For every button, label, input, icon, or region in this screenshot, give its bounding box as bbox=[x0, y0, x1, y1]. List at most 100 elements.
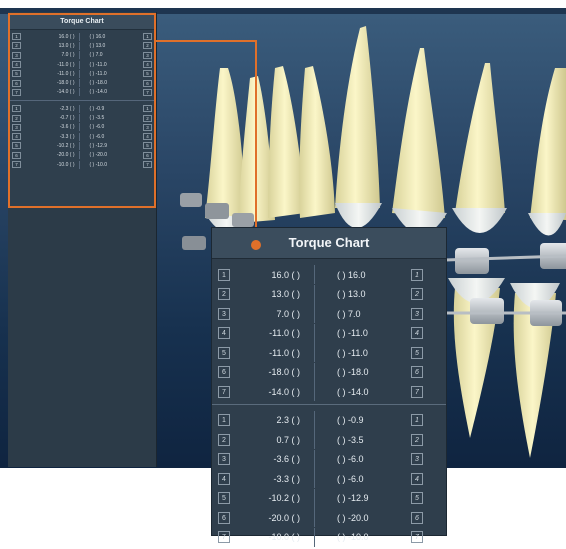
torque-value-right[interactable]: ( ) -3.5 bbox=[315, 435, 411, 445]
torque-value-right[interactable]: ( ) -0.9 bbox=[315, 415, 411, 425]
torque-value-left[interactable]: -11.0 ( ) bbox=[230, 328, 314, 338]
tooth-number-left[interactable]: 6 bbox=[218, 512, 230, 524]
tooth-number-left[interactable]: 4 bbox=[218, 473, 230, 485]
tooth-number-right[interactable]: 3 bbox=[411, 308, 423, 320]
tooth-number-left[interactable]: 7 bbox=[218, 531, 230, 543]
torque-row[interactable]: 7-10.0 ( )( ) -10.07 bbox=[12, 160, 152, 169]
tooth-number-right[interactable]: 3 bbox=[143, 124, 152, 131]
torque-chart-large[interactable]: Torque Chart 116.0 ( )( ) 16.01213.0 ( )… bbox=[212, 228, 446, 535]
torque-value-right[interactable]: ( ) -14.0 bbox=[80, 89, 144, 95]
tooth-number-left[interactable]: 3 bbox=[12, 124, 21, 131]
tooth-number-left[interactable]: 2 bbox=[218, 434, 230, 446]
torque-value-left[interactable]: 7.0 ( ) bbox=[21, 52, 79, 58]
torque-row[interactable]: 3-3.6 ( )( ) -6.03 bbox=[218, 450, 440, 470]
torque-row[interactable]: 7-10.0 ( )( ) -10.07 bbox=[218, 528, 440, 548]
tooth-number-right[interactable]: 4 bbox=[411, 473, 423, 485]
torque-value-left[interactable]: -20.0 ( ) bbox=[230, 513, 314, 523]
torque-value-right[interactable]: ( ) -6.0 bbox=[315, 474, 411, 484]
tooth-number-left[interactable]: 3 bbox=[12, 52, 21, 59]
torque-row[interactable]: 7-14.0 ( )( ) -14.07 bbox=[218, 382, 440, 402]
torque-value-left[interactable]: -10.0 ( ) bbox=[230, 532, 314, 542]
torque-value-left[interactable]: -18.0 ( ) bbox=[21, 80, 79, 86]
torque-row[interactable]: 4-3.3 ( )( ) -6.04 bbox=[12, 132, 152, 141]
torque-row[interactable]: 4-3.3 ( )( ) -6.04 bbox=[218, 469, 440, 489]
torque-row[interactable]: 6-18.0 ( )( ) -18.06 bbox=[218, 363, 440, 383]
tooth-number-right[interactable]: 6 bbox=[411, 366, 423, 378]
torque-value-right[interactable]: ( ) -11.0 bbox=[315, 328, 411, 338]
tooth-number-right[interactable]: 6 bbox=[143, 80, 152, 87]
tooth-number-right[interactable]: 4 bbox=[143, 61, 152, 68]
torque-row[interactable]: 6-20.0 ( )( ) -20.06 bbox=[12, 151, 152, 160]
tooth-number-left[interactable]: 7 bbox=[12, 161, 21, 168]
tooth-number-left[interactable]: 2 bbox=[12, 42, 21, 49]
torque-value-right[interactable]: ( ) -3.5 bbox=[80, 115, 144, 121]
torque-value-left[interactable]: 16.0 ( ) bbox=[21, 34, 79, 40]
tooth-number-left[interactable]: 3 bbox=[218, 308, 230, 320]
torque-value-left[interactable]: -3.3 ( ) bbox=[230, 474, 314, 484]
torque-value-left[interactable]: 16.0 ( ) bbox=[230, 270, 314, 280]
tooth-number-left[interactable]: 4 bbox=[218, 327, 230, 339]
tooth-number-left[interactable]: 7 bbox=[12, 89, 21, 96]
tooth-number-left[interactable]: 2 bbox=[218, 288, 230, 300]
tooth-number-right[interactable]: 6 bbox=[411, 512, 423, 524]
torque-value-right[interactable]: ( ) -12.9 bbox=[315, 493, 411, 503]
torque-value-left[interactable]: -14.0 ( ) bbox=[21, 89, 79, 95]
tooth-number-right[interactable]: 2 bbox=[143, 42, 152, 49]
torque-row[interactable]: 5-10.2 ( )( ) -12.95 bbox=[218, 489, 440, 509]
torque-row[interactable]: 1-2.3 ( )( ) -0.91 bbox=[12, 104, 152, 113]
torque-value-left[interactable]: -10.2 ( ) bbox=[21, 143, 79, 149]
torque-value-right[interactable]: ( ) 7.0 bbox=[315, 309, 411, 319]
torque-row[interactable]: 37.0 ( )( ) 7.03 bbox=[218, 304, 440, 324]
tooth-number-right[interactable]: 7 bbox=[143, 161, 152, 168]
tooth-number-left[interactable]: 2 bbox=[12, 115, 21, 122]
torque-value-right[interactable]: ( ) -10.0 bbox=[315, 532, 411, 542]
tooth-number-right[interactable]: 1 bbox=[143, 105, 152, 112]
torque-value-left[interactable]: -10.0 ( ) bbox=[21, 162, 79, 168]
torque-value-left[interactable]: -18.0 ( ) bbox=[230, 367, 314, 377]
torque-row[interactable]: 12.3 ( )( ) -0.91 bbox=[218, 411, 440, 431]
torque-row[interactable]: 116.0 ( )( ) 16.01 bbox=[218, 265, 440, 285]
tooth-number-left[interactable]: 5 bbox=[218, 347, 230, 359]
torque-value-left[interactable]: -0.7 ( ) bbox=[21, 115, 79, 121]
torque-row[interactable]: 5-10.2 ( )( ) -12.95 bbox=[12, 141, 152, 150]
torque-value-right[interactable]: ( ) 13.0 bbox=[80, 43, 144, 49]
torque-row[interactable]: 3-3.6 ( )( ) -6.03 bbox=[12, 123, 152, 132]
tooth-number-right[interactable]: 5 bbox=[411, 492, 423, 504]
tooth-number-left[interactable]: 5 bbox=[218, 492, 230, 504]
tooth-number-right[interactable]: 7 bbox=[143, 89, 152, 96]
tooth-number-left[interactable]: 1 bbox=[12, 33, 21, 40]
tooth-number-left[interactable]: 1 bbox=[218, 269, 230, 281]
tooth-number-left[interactable]: 5 bbox=[12, 142, 21, 149]
torque-value-right[interactable]: ( ) -11.0 bbox=[80, 71, 144, 77]
tooth-number-right[interactable]: 4 bbox=[411, 327, 423, 339]
tooth-number-left[interactable]: 6 bbox=[12, 152, 21, 159]
torque-value-right[interactable]: ( ) -11.0 bbox=[80, 62, 144, 68]
tooth-number-left[interactable]: 3 bbox=[218, 453, 230, 465]
tooth-number-right[interactable]: 3 bbox=[143, 52, 152, 59]
tooth-number-left[interactable]: 1 bbox=[218, 414, 230, 426]
tooth-number-right[interactable]: 2 bbox=[411, 434, 423, 446]
torque-value-right[interactable]: ( ) -12.9 bbox=[80, 143, 144, 149]
torque-value-right[interactable]: ( ) -18.0 bbox=[80, 80, 144, 86]
torque-row[interactable]: 4-11.0 ( )( ) -11.04 bbox=[12, 60, 152, 69]
tooth-number-right[interactable]: 4 bbox=[143, 133, 152, 140]
tooth-number-left[interactable]: 6 bbox=[218, 366, 230, 378]
torque-value-left[interactable]: -3.6 ( ) bbox=[230, 454, 314, 464]
torque-row[interactable]: 213.0 ( )( ) 13.02 bbox=[218, 285, 440, 305]
tooth-number-left[interactable]: 4 bbox=[12, 61, 21, 68]
torque-row[interactable]: 20.7 ( )( ) -3.52 bbox=[218, 430, 440, 450]
torque-value-right[interactable]: ( ) -10.0 bbox=[80, 162, 144, 168]
tooth-number-right[interactable]: 5 bbox=[143, 70, 152, 77]
torque-value-left[interactable]: 13.0 ( ) bbox=[21, 43, 79, 49]
torque-value-left[interactable]: -3.6 ( ) bbox=[21, 124, 79, 130]
tooth-number-left[interactable]: 4 bbox=[12, 133, 21, 140]
torque-value-left[interactable]: -20.0 ( ) bbox=[21, 152, 79, 158]
torque-row[interactable]: 7-14.0 ( )( ) -14.07 bbox=[12, 88, 152, 97]
torque-value-left[interactable]: 13.0 ( ) bbox=[230, 289, 314, 299]
torque-value-right[interactable]: ( ) -20.0 bbox=[80, 152, 144, 158]
tooth-number-right[interactable]: 7 bbox=[411, 531, 423, 543]
torque-value-left[interactable]: -3.3 ( ) bbox=[21, 134, 79, 140]
torque-value-right[interactable]: ( ) -20.0 bbox=[315, 513, 411, 523]
torque-row[interactable]: 213.0 ( )( ) 13.02 bbox=[12, 41, 152, 50]
torque-value-right[interactable]: ( ) -11.0 bbox=[315, 348, 411, 358]
